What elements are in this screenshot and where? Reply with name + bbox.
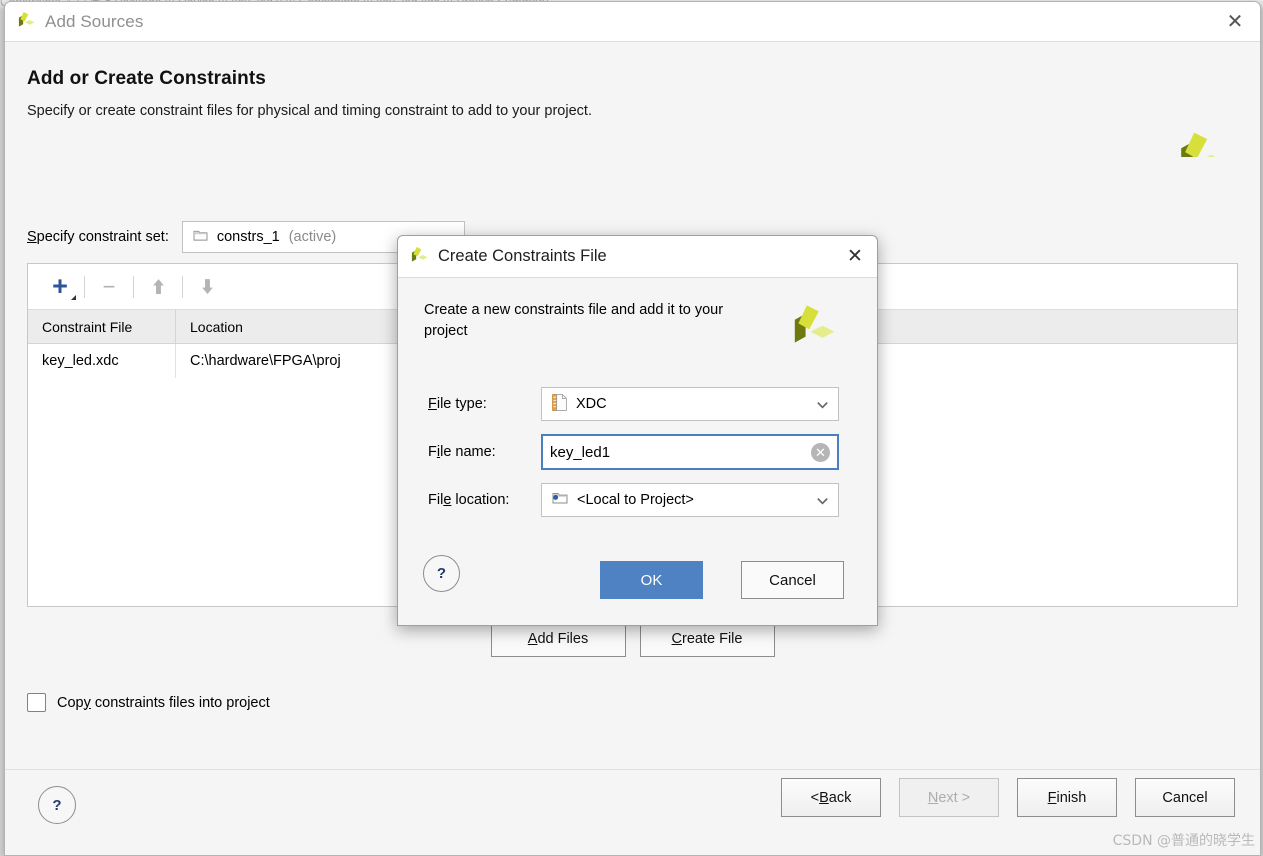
folder-icon xyxy=(552,491,568,509)
file-location-field: <Local to Project> xyxy=(541,483,847,517)
file-action-buttons: Add Files Create File xyxy=(27,621,1238,657)
file-type-value: XDC xyxy=(576,396,607,412)
file-name-input[interactable] xyxy=(543,442,811,462)
back-label-mnemonic: B xyxy=(819,789,829,806)
vivado-logo-icon xyxy=(789,303,839,351)
file-type-label: File type: xyxy=(428,396,541,412)
next-label-post: ext > xyxy=(938,789,971,806)
wizard-header: Add or Create Constraints Specify or cre… xyxy=(5,42,1260,173)
cell-constraint-file: key_led.xdc xyxy=(28,344,176,378)
toolbar-separator xyxy=(84,275,85,298)
file-location-dropdown[interactable]: <Local to Project> xyxy=(541,483,839,517)
back-label-pre: < xyxy=(810,789,820,806)
arrow-down-icon xyxy=(187,269,227,305)
dialog-description-area: Create a new constraints file and add it… xyxy=(398,278,877,374)
help-button[interactable]: ? xyxy=(38,786,76,824)
file-type-dropdown[interactable]: XDC xyxy=(541,387,839,421)
copy-constraints-row: Copy constraints files into project xyxy=(27,693,1238,712)
wizard-title-bar: Add Sources ✕ xyxy=(5,2,1260,42)
toolbar-separator xyxy=(182,275,183,298)
next-button: Next > xyxy=(899,778,999,817)
page-subtitle: Specify or create constraint files for p… xyxy=(27,103,592,119)
file-type-row: File type: XDC xyxy=(428,380,847,428)
create-constraints-file-dialog: Create Constraints File ✕ Create a new c… xyxy=(397,235,878,626)
dialog-button-bar: ? OK Cancel xyxy=(398,543,877,625)
file-location-row: File location: <Local to Project> xyxy=(428,476,847,524)
file-location-label: File location: xyxy=(428,492,541,508)
ok-button[interactable]: OK xyxy=(600,561,703,599)
copy-constraints-label[interactable]: Copy constraints files into project xyxy=(57,695,270,711)
xdc-file-icon xyxy=(552,393,567,415)
file-type-label-mnemonic: F xyxy=(428,396,437,412)
cancel-button[interactable]: Cancel xyxy=(1135,778,1235,817)
chevron-down-icon xyxy=(815,493,830,508)
wizard-nav-buttons: < Back Next > Finish Cancel xyxy=(781,778,1235,817)
add-sources-wizard-window: Add Sources ✕ Add or Create Constraints … xyxy=(4,1,1261,856)
finish-label-mnemonic: F xyxy=(1047,789,1057,806)
copy-constraints-checkbox[interactable] xyxy=(27,693,46,712)
constraint-set-value: constrs_1 xyxy=(216,229,280,245)
create-file-mnemonic: C xyxy=(671,631,683,647)
finish-label-post: inish xyxy=(1056,789,1087,806)
constraint-set-value-suffix: (active) xyxy=(288,229,337,245)
file-name-label-post: le name: xyxy=(440,444,496,460)
close-icon[interactable]: ✕ xyxy=(1212,2,1258,41)
file-name-label-pre: F xyxy=(428,444,437,460)
minus-icon: − xyxy=(89,269,129,305)
minus-glyph: − xyxy=(102,273,116,299)
add-files-mnemonic: A xyxy=(527,631,538,647)
wizard-title: Add Sources xyxy=(45,11,144,31)
file-type-caption: XDC xyxy=(552,393,815,415)
file-name-row: File name: ✕ xyxy=(428,428,847,476)
create-file-label-rest: reate File xyxy=(682,631,743,647)
dialog-description: Create a new constraints file and add it… xyxy=(424,302,724,339)
back-label-post: ack xyxy=(828,789,852,806)
file-name-field: ✕ xyxy=(541,434,847,470)
csdn-watermark: CSDN @普通的晓学生 xyxy=(1112,833,1255,849)
chevron-down-icon xyxy=(815,397,830,412)
plus-glyph: + xyxy=(52,271,68,301)
plus-icon[interactable]: + xyxy=(40,269,80,305)
close-icon[interactable]: ✕ xyxy=(833,236,877,277)
file-name-input-wrapper[interactable]: ✕ xyxy=(541,434,839,470)
constraint-set-label-rest: pecify constraint set: xyxy=(36,229,169,245)
file-location-label-pre: Fil xyxy=(428,492,444,508)
file-location-value: <Local to Project> xyxy=(577,492,694,508)
dialog-title: Create Constraints File xyxy=(438,247,607,265)
dialog-form: File type: XDC File name: key_led1 ✕ Fil… xyxy=(398,374,877,524)
vivado-logo-icon xyxy=(17,11,36,33)
column-header-constraint-file: Constraint File xyxy=(28,310,176,343)
copy-label-b: constraints files into project xyxy=(90,694,270,711)
cancel-label: Cancel xyxy=(1162,789,1208,806)
wizard-footer: ? < Back Next > Finish Cancel xyxy=(5,769,1260,855)
dialog-help-button[interactable]: ? xyxy=(423,555,460,592)
clear-circle-icon[interactable]: ✕ xyxy=(811,442,830,462)
plus-dropdown-caret-icon xyxy=(71,294,76,300)
dialog-cancel-button[interactable]: Cancel xyxy=(741,561,844,599)
next-label-mnemonic: N xyxy=(927,789,939,806)
finish-button[interactable]: Finish xyxy=(1017,778,1117,817)
page-title: Add or Create Constraints xyxy=(27,68,266,89)
dialog-title-bar: Create Constraints File ✕ xyxy=(398,236,877,278)
file-location-label-post: location: xyxy=(451,492,510,508)
constraint-set-label-mnemonic: S xyxy=(27,229,37,245)
create-file-button[interactable]: Create File xyxy=(639,621,775,657)
file-location-caption: <Local to Project> xyxy=(552,491,815,509)
arrow-up-icon xyxy=(138,269,178,305)
back-button[interactable]: < Back xyxy=(781,778,881,817)
add-files-label-rest: dd Files xyxy=(537,631,589,647)
copy-label-a: Cop xyxy=(57,694,84,711)
file-type-label-post: ile type: xyxy=(436,396,487,412)
folder-icon xyxy=(193,229,208,246)
toolbar-separator xyxy=(133,275,134,298)
constraint-set-label: Specify constraint set: xyxy=(27,229,169,245)
file-type-field: XDC xyxy=(541,387,847,421)
file-name-label: File name: xyxy=(428,444,541,460)
add-files-button[interactable]: Add Files xyxy=(490,621,626,657)
copy-label-mnemonic: y xyxy=(83,694,91,711)
vivado-logo-icon xyxy=(410,246,429,268)
